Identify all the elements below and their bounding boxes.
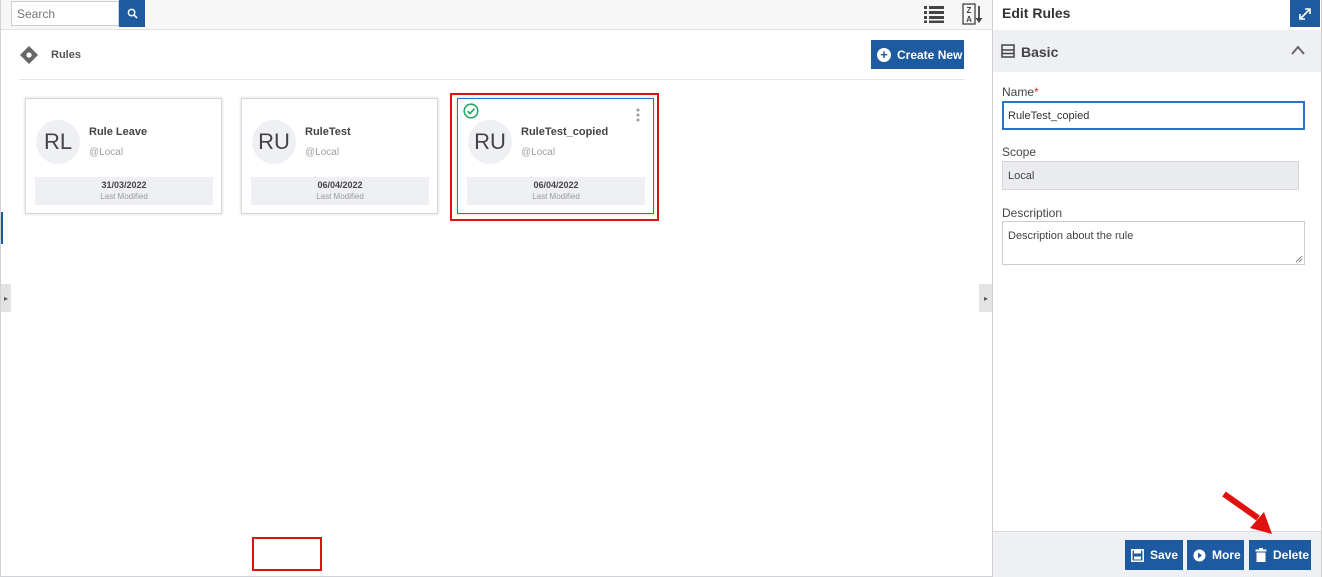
- left-edge-indicator: [1, 212, 3, 244]
- svg-text:A: A: [966, 15, 972, 24]
- top-toolbar: Search Z A: [1, 0, 993, 30]
- selection-highlight: [450, 93, 659, 221]
- search-input[interactable]: Search: [11, 1, 119, 26]
- section-title: Basic: [1021, 44, 1059, 60]
- panel-header: Edit Rules: [993, 0, 1321, 30]
- modified-label: Last Modified: [316, 192, 364, 201]
- list-view-icon[interactable]: [923, 4, 945, 24]
- rules-header: Rules + Create New: [19, 40, 965, 80]
- expand-icon: [1299, 7, 1311, 20]
- required-mark: *: [1034, 85, 1039, 99]
- rules-diamond-icon: [19, 45, 39, 65]
- search-button[interactable]: [119, 0, 145, 27]
- card-footer: 31/03/2022 Last Modified: [35, 177, 213, 205]
- red-arrow-icon: [1222, 491, 1272, 534]
- more-button[interactable]: More: [1187, 540, 1244, 570]
- delete-button[interactable]: Delete: [1249, 540, 1311, 570]
- modified-date: 31/03/2022: [101, 180, 147, 190]
- arrow-right-circle-icon: [1193, 549, 1206, 561]
- scope-label: Scope: [1002, 145, 1037, 159]
- form-section-icon: [1001, 44, 1015, 58]
- trash-icon: [1255, 548, 1267, 562]
- modified-date: 06/04/2022: [317, 180, 363, 190]
- rule-card[interactable]: RL Rule Leave @Local 31/03/2022 Last Mod…: [25, 98, 222, 214]
- delete-highlight: [252, 537, 322, 571]
- app-window: Search Z A Rules + Create New RL Rule Le…: [0, 0, 1322, 577]
- rule-name: Rule Leave: [89, 126, 148, 138]
- scope-field: Local: [1002, 161, 1299, 190]
- save-label: Save: [1150, 548, 1179, 562]
- chevron-up-icon[interactable]: [1290, 43, 1306, 55]
- panel-title: Edit Rules: [1002, 5, 1071, 21]
- name-input[interactable]: RuleTest_copied: [1002, 101, 1305, 130]
- description-text: Description about the rule: [1008, 230, 1134, 242]
- expand-button[interactable]: [1290, 0, 1320, 27]
- card-footer: 06/04/2022 Last Modified: [251, 177, 429, 205]
- avatar: RU: [252, 120, 296, 164]
- avatar: RL: [36, 120, 80, 164]
- rule-name: RuleTest: [305, 126, 351, 138]
- page-title: Rules: [51, 49, 81, 61]
- basic-section-header[interactable]: Basic: [993, 30, 1321, 72]
- collapse-right-handle[interactable]: ▸: [979, 284, 993, 312]
- sort-za-icon[interactable]: Z A: [962, 3, 984, 25]
- modified-label: Last Modified: [100, 192, 148, 201]
- rule-scope: @Local: [89, 147, 124, 158]
- save-icon: [1131, 548, 1144, 562]
- plus-circle-icon: +: [877, 47, 891, 62]
- rules-list-area: Search Z A Rules + Create New RL Rule Le…: [0, 0, 993, 577]
- rule-card[interactable]: RU RuleTest @Local 06/04/2022 Last Modif…: [241, 98, 438, 214]
- delete-label: Delete: [1273, 548, 1310, 562]
- create-new-label: Create New: [897, 47, 963, 62]
- svg-text:Z: Z: [967, 6, 972, 15]
- resize-grip-icon[interactable]: [1295, 255, 1303, 263]
- name-label-text: Name: [1002, 85, 1035, 99]
- more-label: More: [1212, 548, 1241, 562]
- magnifier-icon: [127, 8, 138, 19]
- description-textarea[interactable]: Description about the rule: [1002, 221, 1305, 265]
- save-button[interactable]: Save: [1125, 540, 1183, 570]
- name-label: Name*: [1002, 85, 1039, 99]
- rule-scope: @Local: [305, 147, 340, 158]
- collapse-left-handle[interactable]: ▸: [1, 284, 11, 312]
- description-label: Description: [1002, 206, 1063, 220]
- create-new-button[interactable]: + Create New: [871, 40, 964, 69]
